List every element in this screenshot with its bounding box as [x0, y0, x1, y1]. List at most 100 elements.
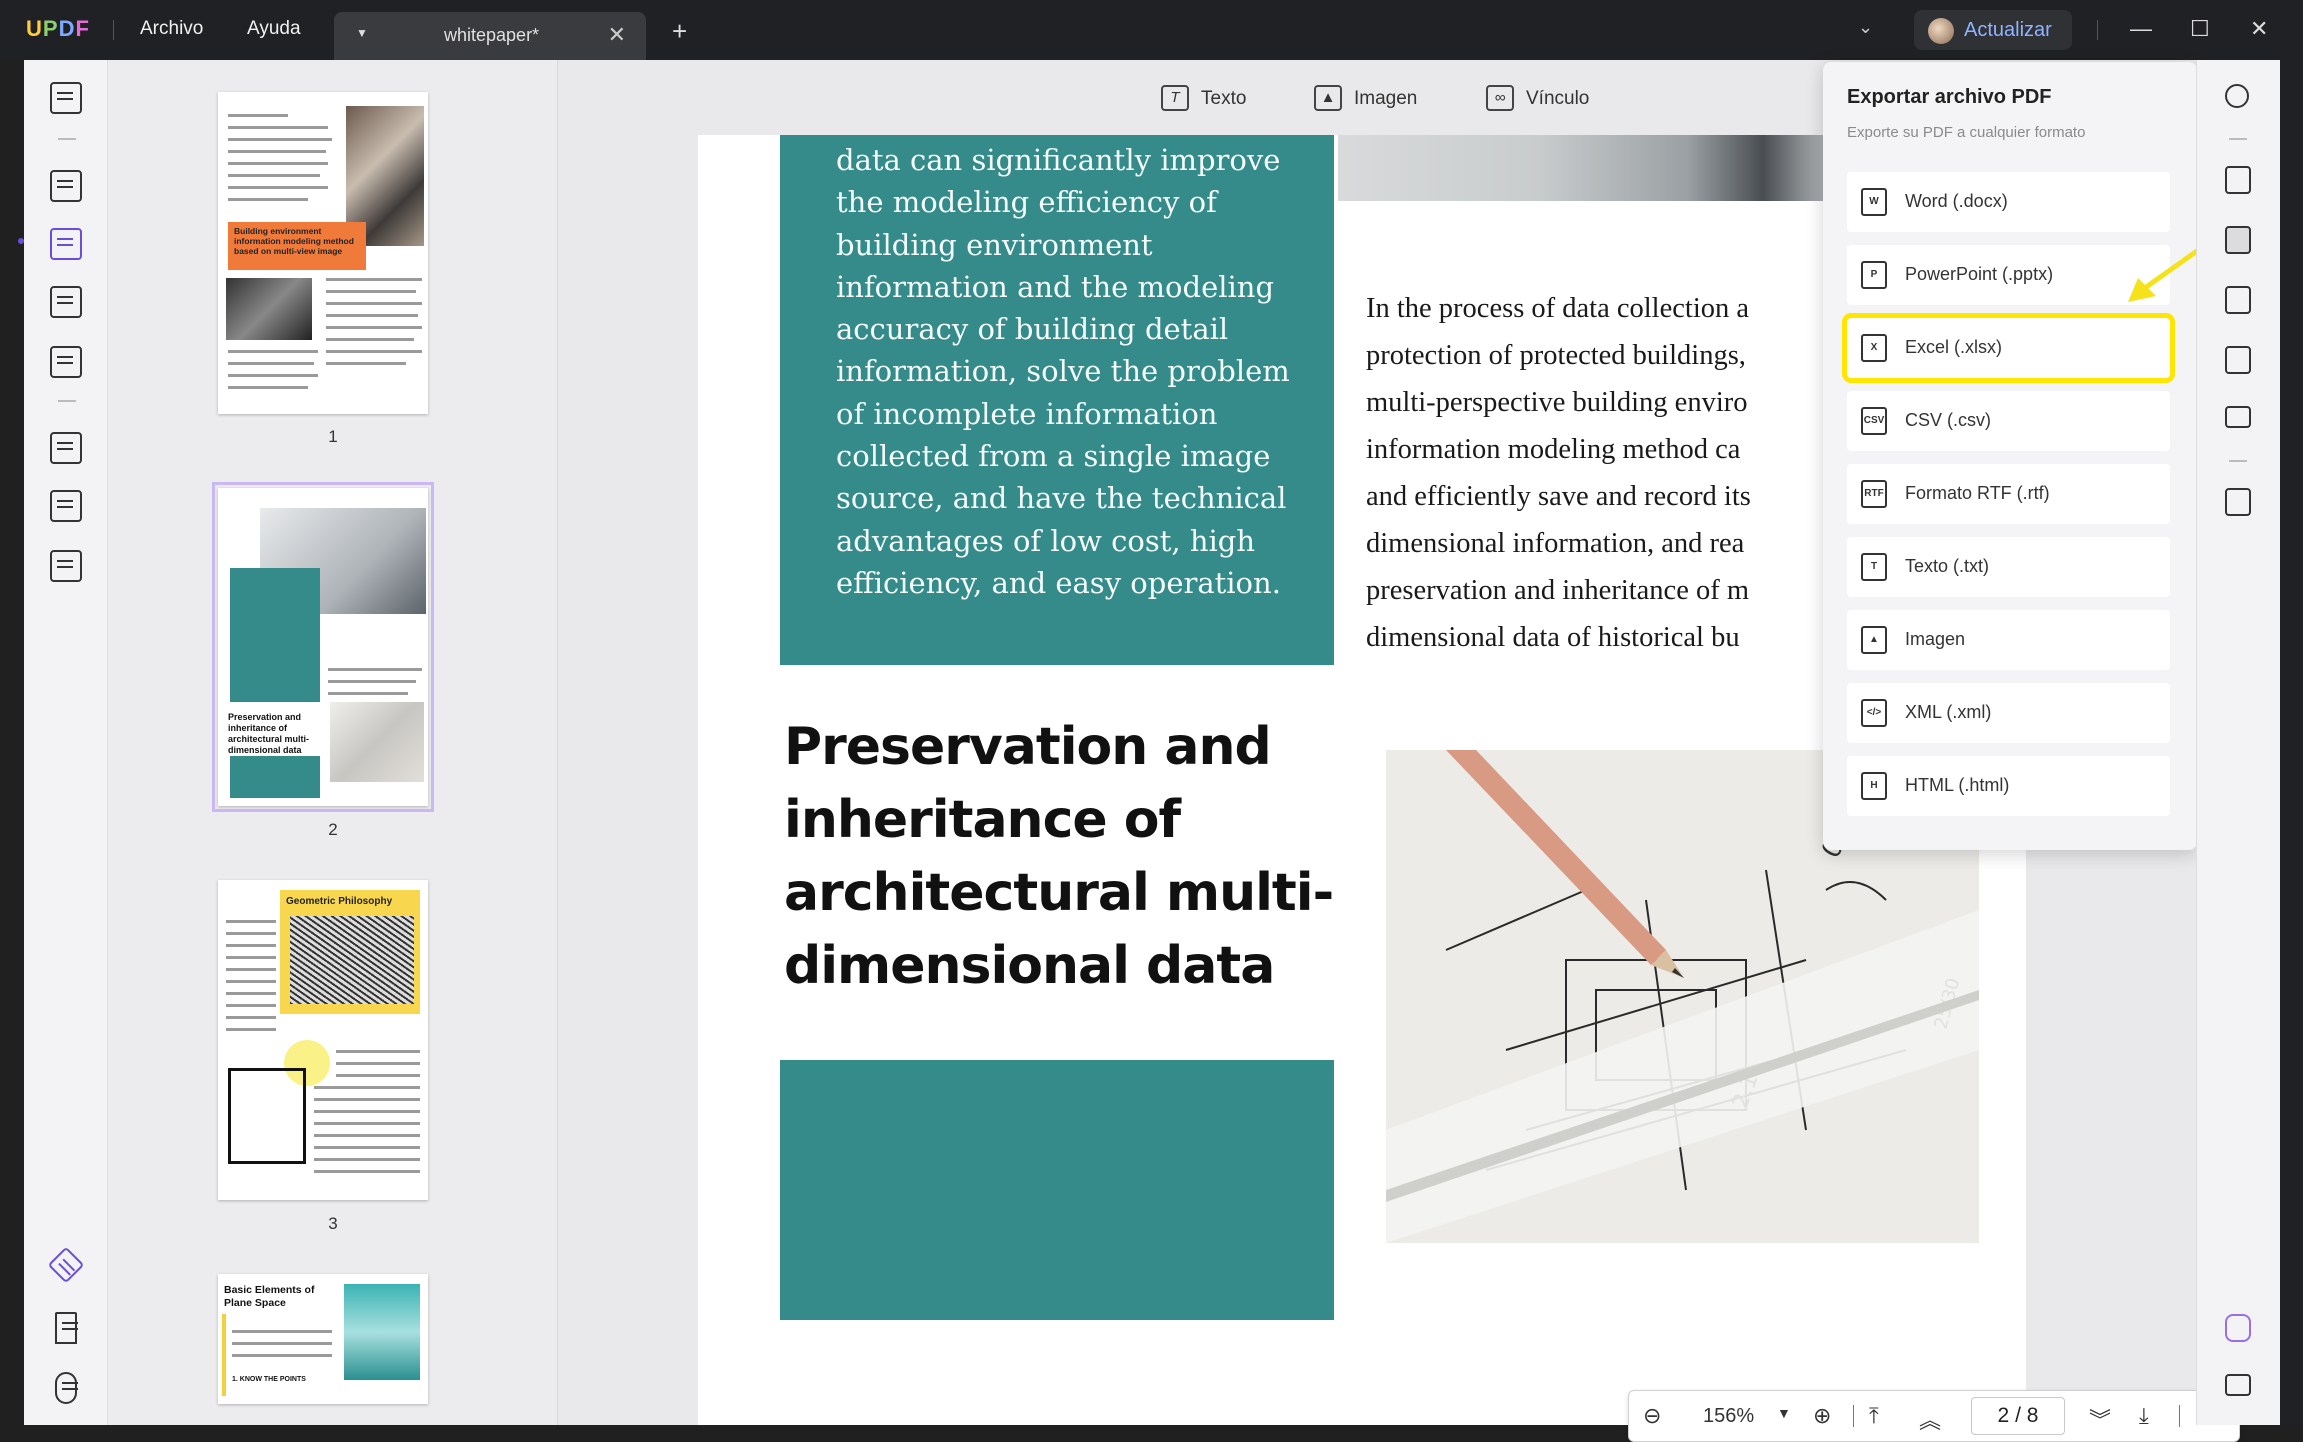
thumbnail-image — [228, 1068, 306, 1164]
body-paragraph[interactable]: In the process of data collection a prot… — [1366, 285, 1806, 661]
zoom-in-icon[interactable]: ⊕ — [1813, 1403, 1831, 1429]
convert-pdf-icon[interactable] — [2225, 226, 2251, 254]
share-icon[interactable] — [2225, 346, 2251, 374]
page-thumbnail-2[interactable]: Preservation and inheritance of architec… — [212, 482, 434, 812]
right-tool-rail — [2196, 60, 2280, 1425]
export-html-button[interactable]: H HTML (.html) — [1847, 756, 2170, 816]
page-thumbnail-4[interactable]: Basic Elements of Plane Space 1. KNOW TH… — [218, 1274, 428, 1404]
zoom-dropdown-icon[interactable]: ▼ — [1777, 1405, 1791, 1421]
export-xml-button[interactable]: </> XML (.xml) — [1847, 683, 2170, 743]
page-thumbnail-1[interactable]: Building environment information modelin… — [218, 92, 428, 414]
bookmark-icon[interactable] — [55, 1312, 78, 1344]
page-number-2: 2 — [328, 820, 338, 839]
document-tab[interactable]: ▼ whitepaper* ✕ — [334, 12, 646, 60]
link-icon: ∞ — [1486, 85, 1514, 111]
image-icon: ▲ — [1314, 85, 1342, 111]
attachment-icon[interactable] — [55, 1372, 78, 1404]
thumbnail-teal-block — [230, 568, 320, 702]
export-pdf-panel: Exportar archivo PDF Exporte su PDF a cu… — [1823, 62, 2197, 850]
toolbar-separator — [2179, 1405, 2180, 1427]
section-heading[interactable]: Preservation and inheritance of architec… — [784, 711, 1344, 1003]
export-word-button[interactable]: W Word (.docx) — [1847, 172, 2170, 232]
tools-icon[interactable] — [50, 550, 82, 582]
zoom-out-icon[interactable]: ⊖ — [1643, 1403, 1661, 1429]
teal-text-block[interactable]: data can significantly improve the model… — [780, 135, 1334, 665]
email-icon[interactable] — [2225, 406, 2251, 428]
export-label: Excel (.xlsx) — [1905, 337, 2003, 357]
menu-ayuda[interactable]: Ayuda — [247, 18, 301, 40]
tab-dropdown-icon[interactable]: ▼ — [356, 26, 368, 40]
next-page-icon[interactable]: ︾ — [2089, 1403, 2111, 1435]
export-label: Texto (.txt) — [1905, 556, 1990, 576]
active-indicator — [18, 238, 24, 244]
new-tab-icon[interactable]: + — [672, 16, 687, 47]
tab-close-icon[interactable]: ✕ — [608, 22, 626, 48]
tab-title: whitepaper* — [444, 25, 540, 45]
sign-icon[interactable] — [50, 346, 82, 378]
rail-separator — [2229, 138, 2247, 140]
close-window-icon[interactable]: ✕ — [2250, 16, 2268, 42]
save-icon[interactable] — [2225, 488, 2251, 516]
menu-archivo[interactable]: Archivo — [140, 18, 203, 40]
title-bar: UPDF Archivo Ayuda ▼ whitepaper* ✕ + ⌄ A… — [0, 0, 2303, 60]
export-label: PowerPoint (.pptx) — [1905, 264, 2054, 284]
export-image-button[interactable]: ▲ Imagen — [1847, 610, 2170, 670]
search-icon[interactable] — [2225, 84, 2249, 108]
thumbnail-accent — [222, 1314, 226, 1396]
ai-assistant-icon[interactable] — [2225, 1314, 2251, 1342]
body-line: multi-perspective building enviro — [1366, 387, 1748, 418]
thumbnail-subcaption: 1. KNOW THE POINTS — [232, 1376, 306, 1383]
title-separator — [2097, 20, 2098, 40]
page-thumbnail-3[interactable]: Geometric Philosophy — [218, 880, 428, 1200]
ocr-icon[interactable] — [2225, 166, 2251, 194]
reader-mode-icon[interactable] — [50, 82, 82, 114]
previous-page-icon[interactable]: ︽ — [1919, 1403, 1941, 1435]
top-photo[interactable] — [1338, 135, 1838, 201]
export-txt-button[interactable]: T Texto (.txt) — [1847, 537, 2170, 597]
body-line: dimensional information, and rea — [1366, 528, 1745, 559]
comment-icon[interactable] — [50, 170, 82, 202]
export-excel-button[interactable]: X Excel (.xlsx) — [1842, 313, 2175, 383]
rail-separator — [58, 138, 76, 140]
current-page: 2 — [1997, 1404, 2010, 1427]
form-icon[interactable] — [50, 286, 82, 318]
csv-icon: CSV — [1861, 407, 1887, 435]
page-number-input[interactable]: 2 / 8 — [1971, 1397, 2065, 1435]
protect-icon[interactable] — [2225, 286, 2251, 314]
last-page-icon[interactable]: ⤓ — [2139, 1403, 2149, 1429]
page-number-3: 3 — [328, 1214, 338, 1233]
body-line: dimensional data of historical bu — [1366, 622, 1740, 653]
organize-pages-icon[interactable] — [50, 432, 82, 464]
export-rtf-button[interactable]: RTF Formato RTF (.rtf) — [1847, 464, 2170, 524]
add-image-button[interactable]: ▲ Imagen — [1314, 80, 1424, 120]
maximize-icon[interactable]: ☐ — [2190, 16, 2210, 42]
image-icon: ▲ — [1861, 626, 1887, 654]
body-line: and efficiently save and record its — [1366, 481, 1751, 512]
teal-paragraph[interactable]: data can significantly improve the model… — [836, 139, 1306, 604]
upgrade-button[interactable]: Actualizar — [1914, 10, 2072, 50]
thumbnail-caption: Preservation and inheritance of architec… — [228, 712, 310, 755]
add-link-button[interactable]: ∞ Vínculo — [1486, 80, 1596, 120]
thumbnail-caption: Building environment information modelin… — [228, 222, 366, 270]
thumbnail-caption: Basic Elements of Plane Space — [224, 1284, 315, 1309]
export-csv-button[interactable]: CSV CSV (.csv) — [1847, 391, 2170, 451]
add-text-button[interactable]: T Texto — [1161, 80, 1261, 120]
layers-icon[interactable] — [47, 1246, 85, 1284]
teal-block-bottom[interactable] — [780, 1060, 1334, 1320]
left-tool-rail — [24, 60, 108, 1425]
rail-separator — [2229, 460, 2247, 462]
html-icon: H — [1861, 772, 1887, 800]
export-subtitle: Exporte su PDF a cualquier formato — [1847, 124, 2086, 141]
body-line: In the process of data collection a — [1366, 293, 1750, 324]
upgrade-label: Actualizar — [1964, 19, 2052, 41]
first-page-icon[interactable]: ⤒ — [1869, 1403, 1879, 1429]
export-label: CSV (.csv) — [1905, 410, 1992, 430]
minimize-icon[interactable]: — — [2130, 16, 2152, 42]
export-label: HTML (.html) — [1905, 775, 2010, 795]
rail-separator — [58, 400, 76, 402]
chevron-down-icon[interactable]: ⌄ — [1858, 17, 1873, 38]
crop-icon[interactable] — [50, 490, 82, 522]
edit-pdf-icon[interactable] — [50, 228, 82, 260]
thumbnail-photo — [226, 278, 312, 340]
comment-list-icon[interactable] — [2225, 1374, 2251, 1396]
